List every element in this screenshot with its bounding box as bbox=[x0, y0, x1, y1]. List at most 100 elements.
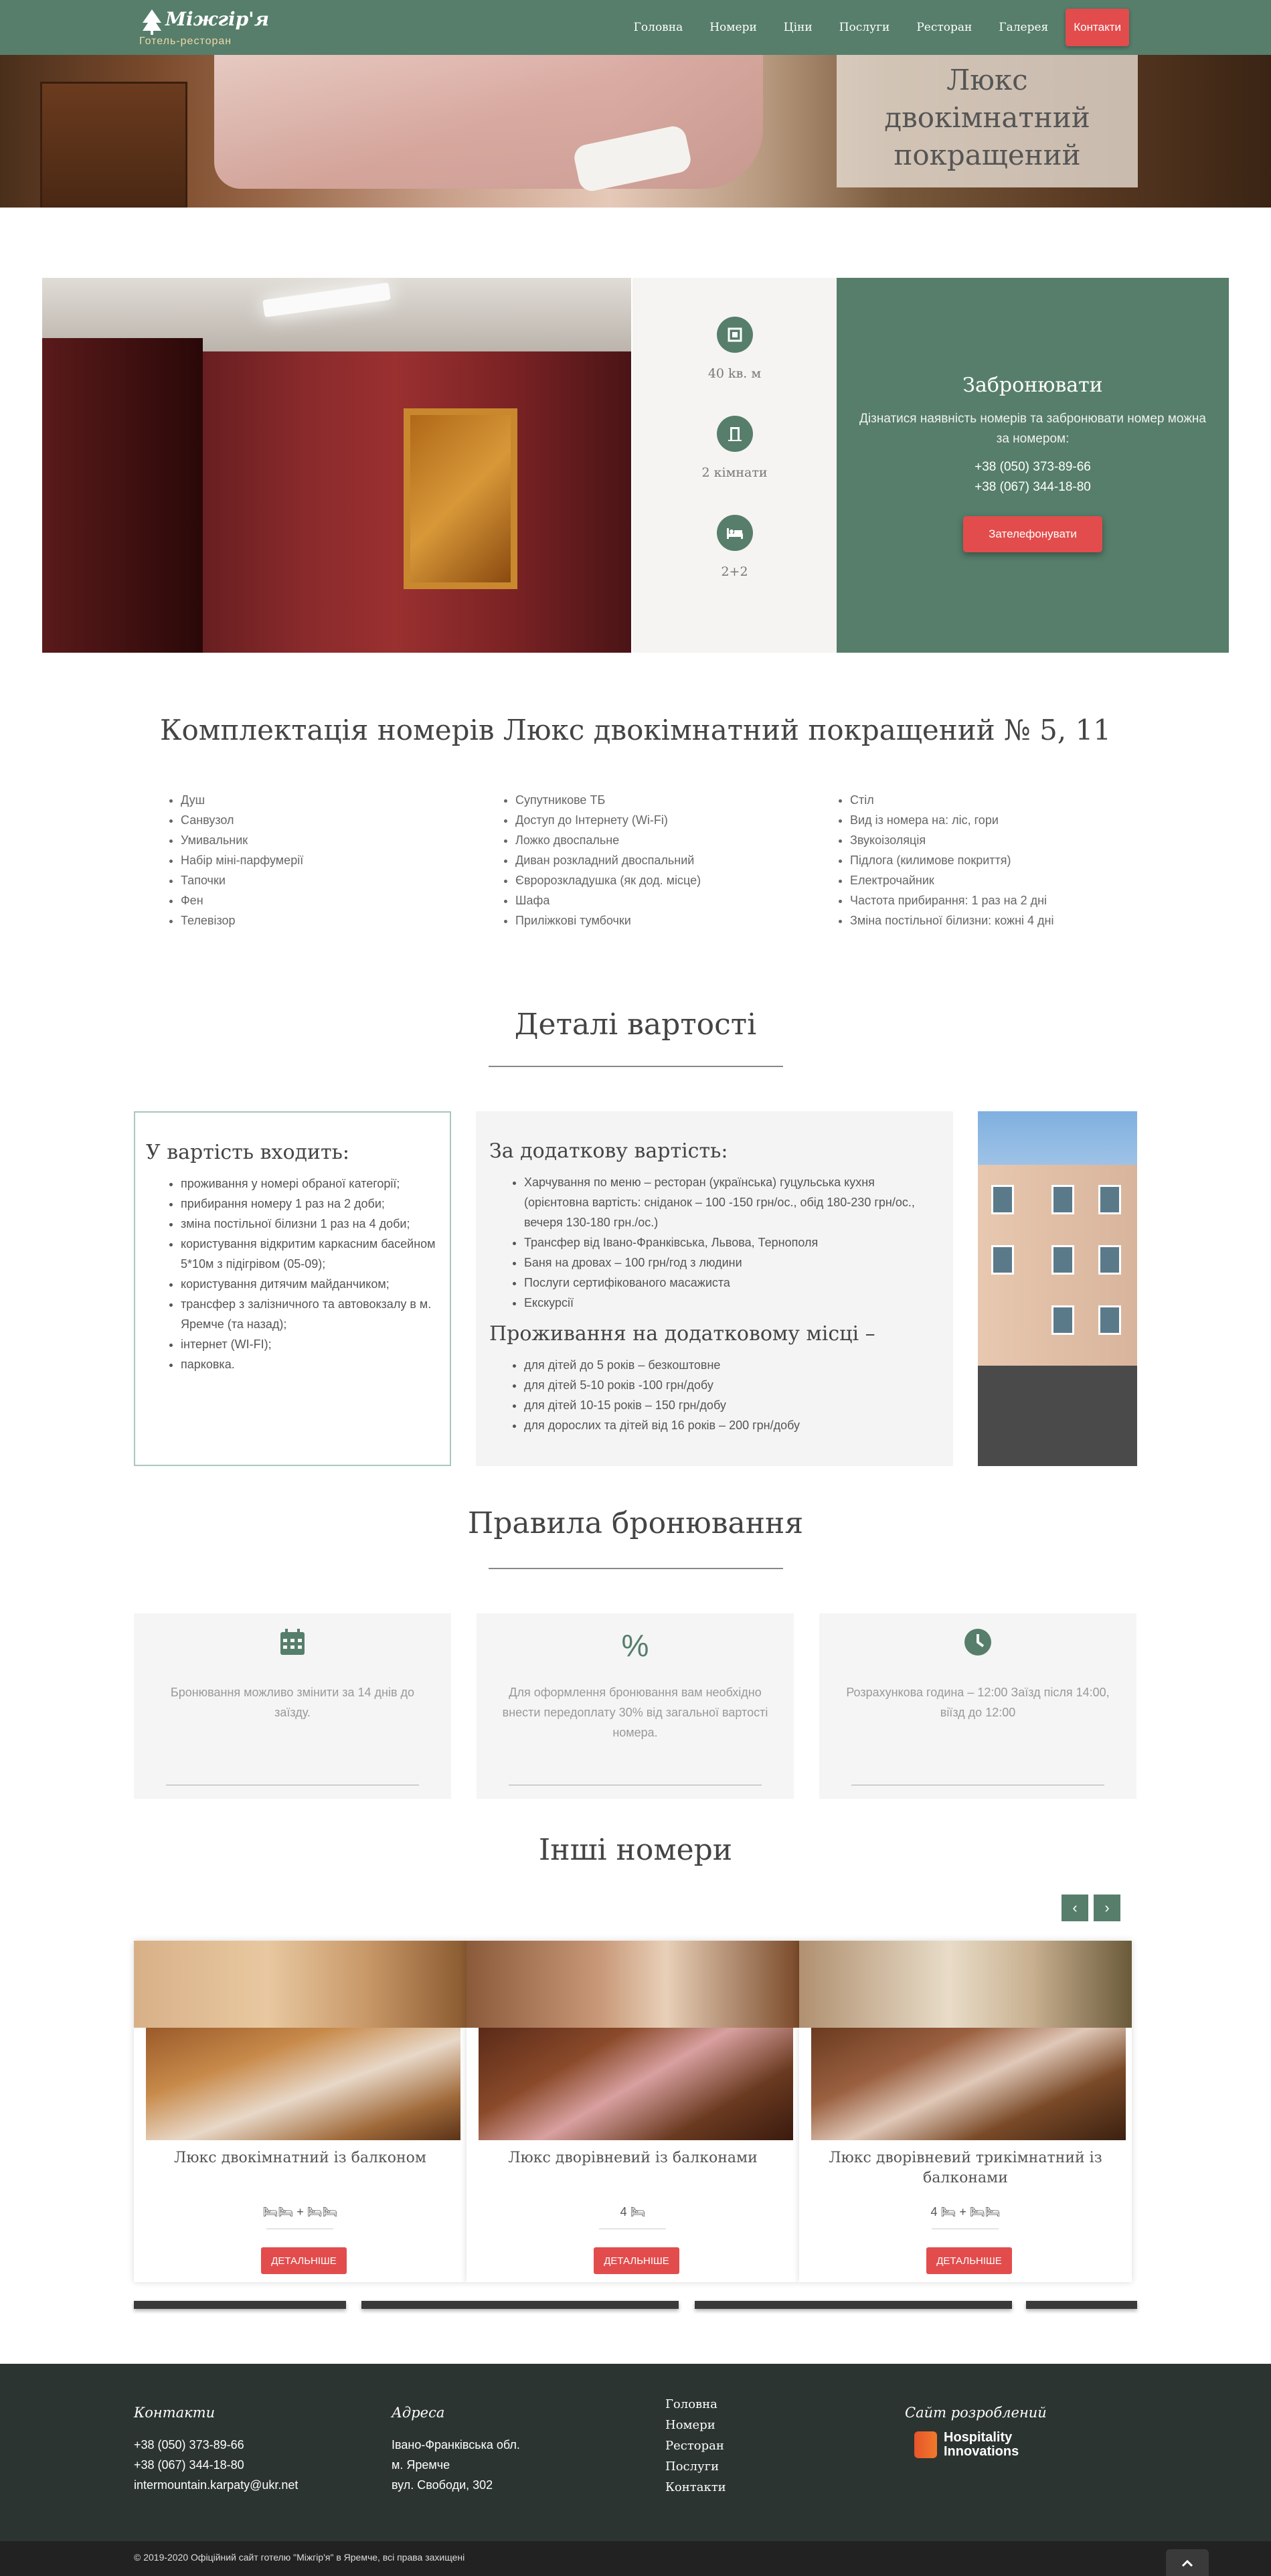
main-nav: Головна Номери Ціни Послуги Ресторан Гал… bbox=[620, 9, 1129, 46]
equipment-item: Євророзкладушка (як дод. місце) bbox=[515, 870, 701, 890]
included-item: трансфер з залізничного та автовокзалу в… bbox=[181, 1294, 439, 1334]
room-card-image[interactable] bbox=[479, 2028, 793, 2140]
extra-title: За додаткову вартість: bbox=[489, 1139, 728, 1163]
equipment-item: Тапочки bbox=[181, 870, 303, 890]
room-card-image[interactable] bbox=[811, 2028, 1126, 2140]
footer-developer: Сайт розроблений bbox=[905, 2403, 1047, 2423]
copyright-text: © 2019-2020 Офіційний сайт готелю "Міжгі… bbox=[134, 2552, 465, 2563]
room-card-name[interactable]: Люкс двокімнатний із балконом bbox=[134, 2148, 467, 2168]
call-button[interactable]: Зателефонувати bbox=[963, 516, 1102, 552]
equipment-title: Комплектація номерів Люкс двокімнатний п… bbox=[159, 714, 1112, 746]
calendar-icon bbox=[134, 1625, 451, 1666]
developer-logo[interactable]: Hospitality Innovations bbox=[914, 2431, 1019, 2459]
footer-nav-services[interactable]: Послуги bbox=[665, 2456, 726, 2477]
included-item: користування дитячим майданчиком; bbox=[181, 1274, 439, 1294]
other-rooms-title: Інші номери bbox=[538, 1833, 733, 1867]
equipment-item: Приліжкові тумбочки bbox=[515, 910, 701, 931]
equipment-item: Доступ до Інтернету (Wi-Fi) bbox=[515, 810, 701, 830]
footer-address-line: Івано-Франківська обл. bbox=[392, 2438, 520, 2451]
building-yard bbox=[978, 1366, 1137, 1466]
equipment-item: Диван розкладний двоспальний bbox=[515, 850, 701, 870]
extra-item: Екскурсії bbox=[524, 1293, 940, 1313]
contacts-button[interactable]: Контакти bbox=[1066, 9, 1129, 46]
equipment-item: Умивальник bbox=[181, 830, 303, 850]
developer-name-line-1: Hospitality bbox=[944, 2430, 1013, 2445]
equipment-item: Вид із номера на: ліс, гори bbox=[850, 810, 1053, 830]
room-card-details-button[interactable]: ДЕТАЛЬНІШЕ bbox=[926, 2247, 1012, 2274]
building-window bbox=[1098, 1305, 1121, 1335]
equipment-item: Набір міні-парфумерії bbox=[181, 850, 303, 870]
footer-nav-contacts[interactable]: Контакти bbox=[665, 2477, 726, 2498]
carousel-prev-button[interactable]: ‹ bbox=[1062, 1895, 1088, 1921]
equipment-item: Телевізор bbox=[181, 910, 303, 931]
extra-bed-item: для дітей 5-10 років -100 грн/добу bbox=[524, 1375, 940, 1395]
footer-email[interactable]: intermountain.karpaty@ukr.net bbox=[134, 2475, 298, 2495]
room-card[interactable]: Люкс двокімнатний із балконом 🛏🛏 + 🛏🛏 ДЕ… bbox=[134, 1941, 467, 2282]
booking-title: Забронювати bbox=[962, 374, 1103, 397]
door-icon bbox=[716, 416, 753, 452]
booking-phone-2[interactable]: +38 (067) 344-18-80 bbox=[837, 477, 1229, 497]
carousel-card-shadow bbox=[695, 2301, 1012, 2309]
building-window bbox=[1051, 1245, 1074, 1275]
included-item: проживання у номері обраної категорії; bbox=[181, 1174, 439, 1194]
nav-item-services[interactable]: Послуги bbox=[826, 21, 904, 34]
equipment-item: Підлога (килимове покриття) bbox=[850, 850, 1053, 870]
scroll-to-top-button[interactable] bbox=[1166, 2549, 1209, 2576]
rule-card-change: Бронювання можливо змінити за 14 днів до… bbox=[134, 1613, 451, 1799]
logo-subtitle: Готель-ресторан bbox=[139, 35, 232, 47]
room-mirror bbox=[404, 408, 517, 589]
footer-nav-rooms[interactable]: Номери bbox=[665, 2415, 726, 2435]
bed-icon bbox=[716, 515, 753, 551]
room-card-capacity: 🛏🛏 + 🛏🛏 bbox=[262, 2205, 338, 2219]
extra-bed-item: для дітей 10-15 років – 150 грн/добу bbox=[524, 1395, 940, 1415]
room-photo[interactable] bbox=[42, 278, 631, 653]
footer-address-line: м. Яремче bbox=[392, 2458, 450, 2472]
room-wardrobe bbox=[42, 338, 203, 653]
equipment-item: Супутникове ТБ bbox=[515, 790, 701, 810]
room-card-image-strip bbox=[467, 1941, 799, 2028]
room-card-details-button[interactable]: ДЕТАЛЬНІШЕ bbox=[261, 2247, 347, 2274]
nav-item-home[interactable]: Головна bbox=[620, 21, 697, 34]
fact-beds-text: 2+2 bbox=[721, 564, 748, 579]
footer-address-line: вул. Свободи, 302 bbox=[392, 2478, 493, 2492]
logo[interactable]: Міжгір'я Готель-ресторан bbox=[137, 7, 269, 48]
nav-item-prices[interactable]: Ціни bbox=[770, 21, 826, 34]
footer-developer-title: Сайт розроблений bbox=[905, 2405, 1047, 2421]
equipment-item: Частота прибирання: 1 раз на 2 дні bbox=[850, 890, 1053, 910]
equipment-column-3: Стіл Вид із номера на: ліс, гори Звукоіз… bbox=[835, 790, 1053, 931]
carousel-card-shadow bbox=[1026, 2301, 1137, 2309]
rules-section-title: Правила бронювання bbox=[467, 1506, 804, 1540]
equipment-item: Електрочайник bbox=[850, 870, 1053, 890]
building-window bbox=[1098, 1245, 1121, 1275]
site-header: Міжгір'я Готель-ресторан Головна Номери … bbox=[0, 0, 1271, 55]
nav-item-restaurant[interactable]: Ресторан bbox=[903, 21, 985, 34]
room-card-capacity: 4 🛏 + 🛏🛏 bbox=[930, 2205, 1001, 2219]
nav-item-rooms[interactable]: Номери bbox=[696, 21, 770, 34]
room-card-name[interactable]: Люкс дворівневий із балконами bbox=[467, 2148, 799, 2168]
footer-nav-home[interactable]: Головна bbox=[665, 2394, 726, 2415]
footer-address-title: Адреса bbox=[392, 2405, 445, 2421]
equipment-item: Душ bbox=[181, 790, 303, 810]
footer-phone-1[interactable]: +38 (050) 373-89-66 bbox=[134, 2435, 298, 2455]
room-card[interactable]: Люкс дворівневий із балконами 4 🛏 ДЕТАЛЬ… bbox=[467, 1941, 799, 2282]
extra-item: Послуги сертифікованого масажиста bbox=[524, 1273, 940, 1293]
booking-phone-1[interactable]: +38 (050) 373-89-66 bbox=[837, 457, 1229, 477]
carousel-card-shadow bbox=[134, 2301, 346, 2309]
equipment-item: Санвузол bbox=[181, 810, 303, 830]
footer-nav-restaurant[interactable]: Ресторан bbox=[665, 2435, 726, 2456]
percent-icon: % bbox=[621, 1628, 649, 1663]
footer-phone-2[interactable]: +38 (067) 344-18-80 bbox=[134, 2455, 298, 2475]
carousel-next-button[interactable]: › bbox=[1094, 1895, 1120, 1921]
footer-nav: Головна Номери Ресторан Послуги Контакти bbox=[665, 2394, 726, 2498]
logo-name: Міжгір'я bbox=[165, 8, 270, 30]
room-card-name[interactable]: Люкс дворівневий трикімнатний із балкона… bbox=[799, 2148, 1132, 2188]
nav-item-gallery[interactable]: Галерея bbox=[985, 21, 1062, 34]
room-card[interactable]: Люкс дворівневий трикімнатний із балкона… bbox=[799, 1941, 1132, 2282]
building-photo bbox=[978, 1111, 1137, 1466]
room-card-image[interactable] bbox=[146, 2028, 460, 2140]
carousel-card-shadow bbox=[361, 2301, 679, 2309]
building-window bbox=[991, 1185, 1014, 1214]
room-card-image-strip bbox=[134, 1941, 467, 2028]
room-card-details-button[interactable]: ДЕТАЛЬНІШЕ bbox=[594, 2247, 679, 2274]
equipment-item: Стіл bbox=[850, 790, 1053, 810]
